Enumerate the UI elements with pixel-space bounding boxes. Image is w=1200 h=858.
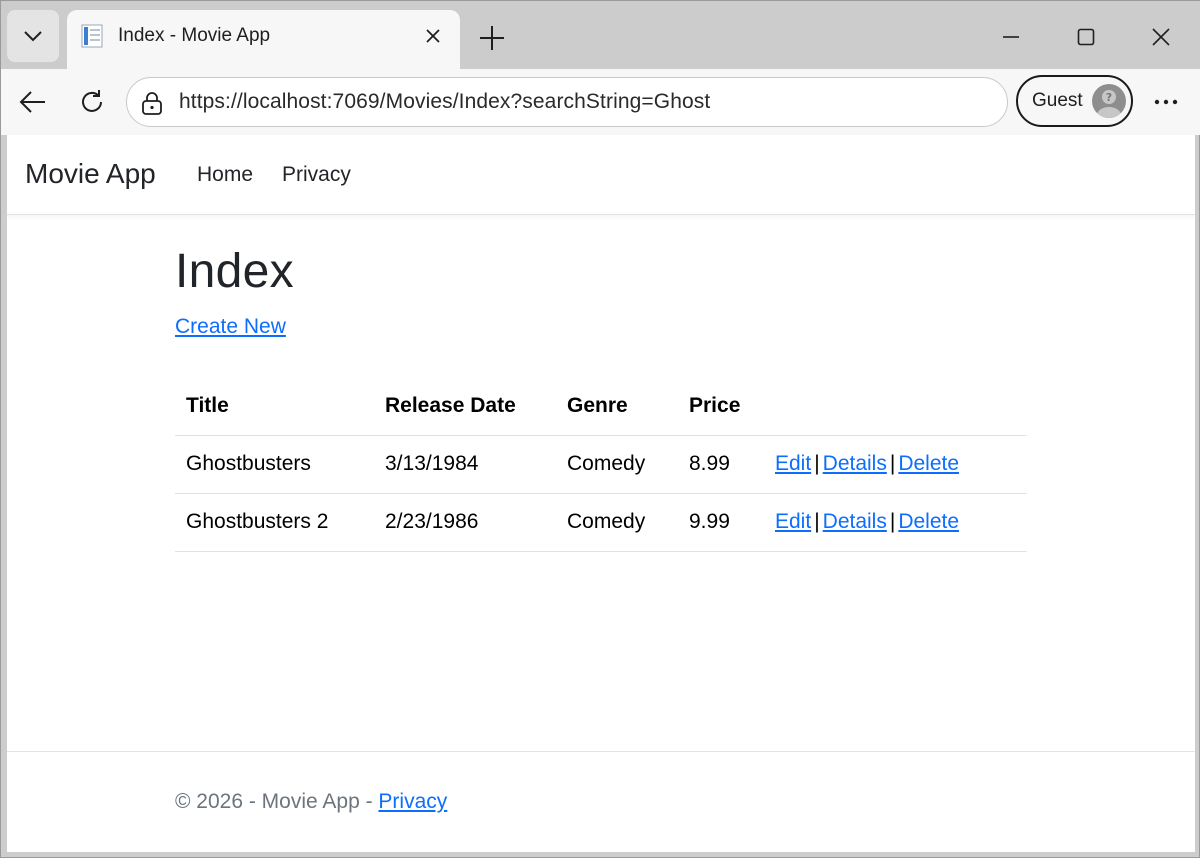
close-icon <box>1152 28 1170 46</box>
more-horizontal-icon <box>1154 99 1178 105</box>
header-release-date: Release Date <box>374 377 556 436</box>
profile-label: Guest <box>1032 90 1083 111</box>
maximize-icon <box>1077 28 1095 46</box>
header-price: Price <box>678 377 764 436</box>
tab-list-button[interactable] <box>7 10 59 62</box>
chevron-down-icon <box>24 31 42 42</box>
arrow-left-icon <box>19 91 45 113</box>
footer-copyright: © 2026 - Movie App - <box>175 790 379 813</box>
table-header-row: Title Release Date Genre Price <box>175 377 1027 436</box>
site-brand-link[interactable]: Movie App <box>25 158 156 190</box>
minimize-icon <box>1003 36 1019 38</box>
edit-link[interactable]: Edit <box>775 452 811 475</box>
browser-window: Index - Movie App https://localhost:7069… <box>0 0 1200 858</box>
site-navbar: Movie App Home Privacy <box>7 135 1195 215</box>
delete-link[interactable]: Delete <box>898 510 959 533</box>
header-actions <box>764 377 1027 436</box>
url-text: https://localhost:7069/Movies/Index?sear… <box>179 90 711 113</box>
link-separator: | <box>889 510 896 533</box>
table-row: Ghostbusters 2 2/23/1986 Comedy 9.99 Edi… <box>175 493 1027 552</box>
cell-title: Ghostbusters <box>175 435 374 494</box>
nav-home-link[interactable]: Home <box>197 163 253 187</box>
lock-icon <box>142 92 162 115</box>
header-genre: Genre <box>556 377 678 436</box>
nav-privacy-link[interactable]: Privacy <box>282 163 351 187</box>
table-row: Ghostbusters 3/13/1984 Comedy 8.99 Edit |… <box>175 435 1027 494</box>
new-tab-button[interactable] <box>473 19 511 57</box>
browser-toolbar: https://localhost:7069/Movies/Index?sear… <box>1 69 1200 135</box>
cell-release-date: 2/23/1986 <box>374 493 556 552</box>
tab-close-button[interactable] <box>420 23 446 49</box>
window-close-button[interactable] <box>1141 17 1181 57</box>
cell-actions: Edit | Details | Delete <box>764 435 1027 494</box>
details-link[interactable]: Details <box>823 510 887 533</box>
page-title: Index <box>175 245 294 298</box>
footer-text: © 2026 - Movie App - Privacy <box>175 790 447 814</box>
cell-title: Ghostbusters 2 <box>175 493 374 552</box>
create-new-link[interactable]: Create New <box>175 315 286 339</box>
page-viewport: Movie App Home Privacy Index Create New … <box>7 135 1195 852</box>
reload-button[interactable] <box>73 83 111 121</box>
address-bar[interactable]: https://localhost:7069/Movies/Index?sear… <box>126 77 1008 127</box>
link-separator: | <box>814 452 820 475</box>
edit-link[interactable]: Edit <box>775 510 811 533</box>
cell-genre: Comedy <box>556 493 678 552</box>
maximize-button[interactable] <box>1066 17 1106 57</box>
cell-actions: Edit | Details | Delete <box>764 493 1027 552</box>
profile-button[interactable]: Guest ? <box>1016 75 1133 127</box>
tab-strip: Index - Movie App <box>1 1 1200 69</box>
svg-text:?: ? <box>1106 91 1112 104</box>
link-separator: | <box>889 452 896 475</box>
link-separator: | <box>814 510 820 533</box>
plus-icon <box>480 26 504 50</box>
cell-release-date: 3/13/1984 <box>374 435 556 494</box>
reload-icon <box>82 90 102 112</box>
tab-title: Index - Movie App <box>118 25 271 46</box>
cell-genre: Comedy <box>556 435 678 494</box>
settings-more-button[interactable] <box>1147 83 1185 121</box>
close-icon <box>426 29 440 43</box>
page-favicon-icon <box>81 24 103 48</box>
main-content: Index Create New Title Release Date Genr… <box>175 243 1035 552</box>
details-link[interactable]: Details <box>823 452 887 475</box>
movies-table: Title Release Date Genre Price Ghostbust… <box>175 377 1027 552</box>
guest-avatar-icon: ? <box>1092 84 1126 118</box>
cell-price: 8.99 <box>678 435 764 494</box>
footer-privacy-link[interactable]: Privacy <box>378 790 447 813</box>
minimize-button[interactable] <box>991 17 1031 57</box>
site-footer: © 2026 - Movie App - Privacy <box>7 751 1195 852</box>
delete-link[interactable]: Delete <box>898 452 959 475</box>
cell-price: 9.99 <box>678 493 764 552</box>
active-tab[interactable]: Index - Movie App <box>67 10 460 69</box>
back-button[interactable] <box>14 83 52 121</box>
header-title: Title <box>175 377 374 436</box>
